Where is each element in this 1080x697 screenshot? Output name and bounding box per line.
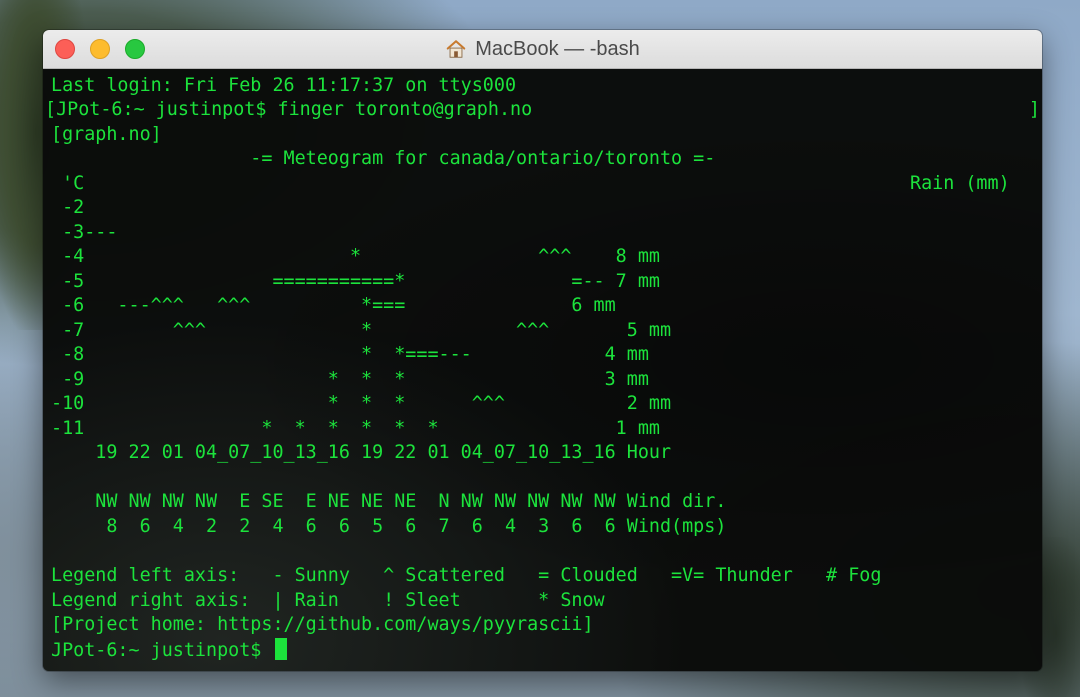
chart-row: -2: [51, 197, 85, 218]
chart-row: -11 * * * * * * 1 mm: [51, 418, 660, 439]
window-title-group: MacBook — -bash: [43, 30, 1042, 68]
command-line: [JPot-6:~ justinpot$ finger toronto@grap…: [45, 99, 533, 120]
legend-right-axis: Legend right axis: | Rain ! Sleet * Snow: [51, 590, 605, 611]
right-bracket: ]: [1028, 99, 1040, 120]
chart-row: -9 * * * 3 mm: [51, 369, 649, 390]
text-cursor: [275, 638, 288, 660]
hour-axis-row: 19 22 01 04_07_10_13_16 19 22 01 04_07_1…: [51, 442, 672, 463]
login-line: Last login: Fri Feb 26 11:17:37 on ttys0…: [51, 75, 517, 96]
window-titlebar[interactable]: MacBook — -bash: [43, 30, 1042, 69]
chart-row: -7 ^^^ * ^^^ 5 mm: [51, 320, 672, 341]
source-line: [graph.no]: [51, 124, 162, 145]
window-title: MacBook — -bash: [475, 37, 640, 60]
chart-row: -3---: [51, 222, 118, 243]
right-axis-label: Rain (mm): [910, 173, 1010, 194]
chart-row: -5 ===========* =-- 7 mm: [51, 271, 660, 292]
meteogram-title: -= Meteogram for canada/ontario/toronto …: [51, 148, 716, 169]
terminal-output[interactable]: Last login: Fri Feb 26 11:17:37 on ttys0…: [43, 69, 1042, 671]
home-icon: [446, 40, 466, 58]
wind-speed-row: 8 6 4 2 2 4 6 6 5 6 7 6 4 3 6 6 Wind(mps…: [51, 516, 727, 537]
wind-direction-row: NW NW NW NW E SE E NE NE NE N NW NW NW N…: [51, 491, 727, 512]
chart-row: -4 * ^^^ 8 mm: [51, 246, 660, 267]
prompt-line[interactable]: JPot-6:~ justinpot$: [51, 638, 288, 662]
left-axis-unit: 'C: [62, 173, 85, 194]
project-home-line: [Project home: https://github.com/ways/p…: [51, 614, 594, 635]
chart-row: -6 ---^^^ ^^^ *=== 6 mm: [51, 295, 616, 316]
terminal-window: MacBook — -bash Last login: Fri Feb 26 1…: [43, 30, 1042, 671]
chart-row: -8 * *===--- 4 mm: [51, 344, 649, 365]
legend-left-axis: Legend left axis: - Sunny ^ Scattered = …: [51, 565, 882, 586]
chart-row: -10 * * * ^^^ 2 mm: [51, 393, 672, 414]
prompt-text: JPot-6:~ justinpot$: [51, 640, 273, 661]
